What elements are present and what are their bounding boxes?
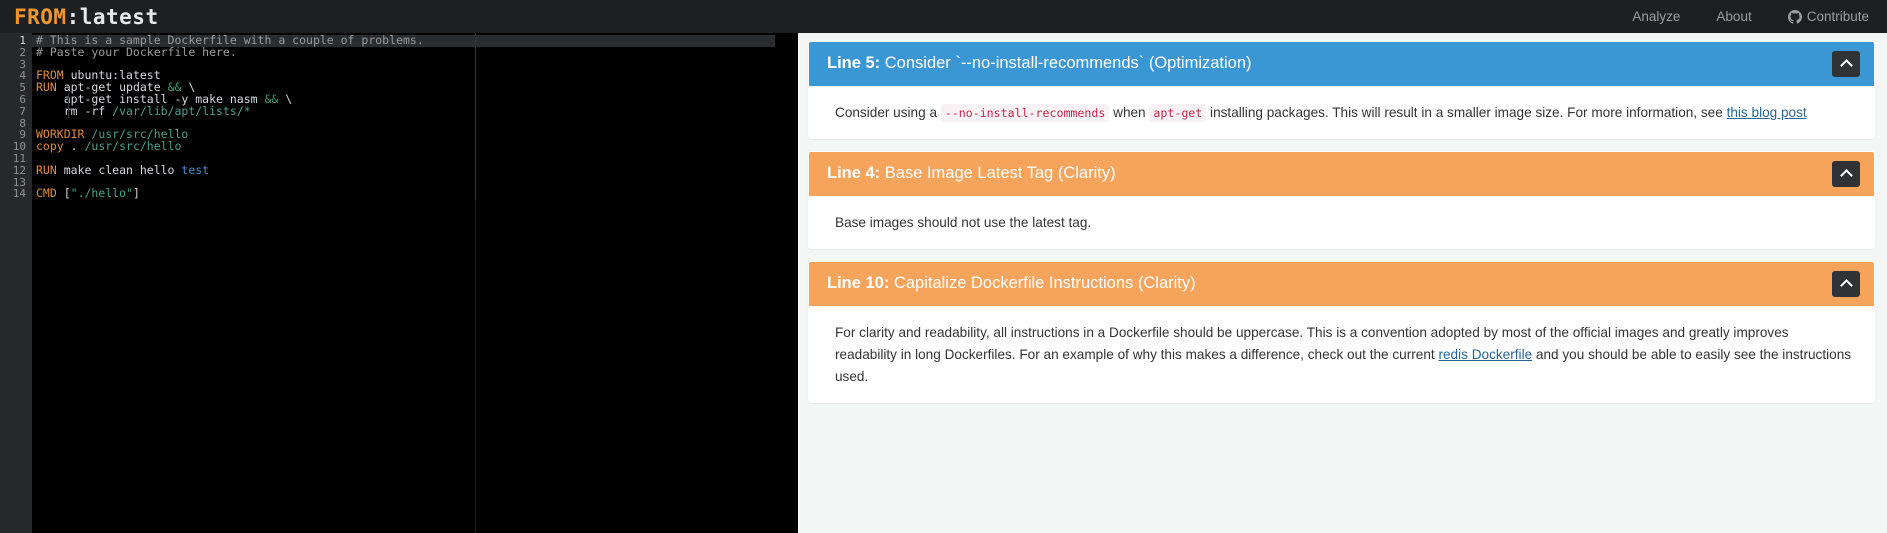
body-link[interactable]: this blog post — [1727, 105, 1807, 120]
code-token: CMD — [36, 186, 57, 201]
nav-link-contribute-label: Contribute — [1806, 9, 1869, 24]
chevron-up-icon — [1839, 279, 1853, 292]
analysis-card-line-label: Line 10: — [827, 274, 894, 293]
code-line[interactable]: rm -rf /var/lib/apt/lists/* — [36, 103, 798, 118]
nav-link-analyze[interactable]: Analyze — [1632, 9, 1680, 24]
code-line[interactable]: RUN make clean hello test — [36, 162, 798, 177]
editor-print-margin-ruler — [475, 33, 476, 201]
code-token: rm -rf — [36, 103, 113, 118]
analysis-card-body: Consider using a --no-install-recommends… — [809, 86, 1874, 138]
analysis-card-title-text: Base Image Latest Tag (Clarity) — [884, 164, 1116, 183]
code-token: \ — [278, 91, 293, 106]
main-split: 1 2 3 4 5 6 7 8 9 10 11 12 13 14 # This is a sample D… — [0, 33, 1887, 533]
analysis-card-line-label: Line 4: — [827, 164, 885, 183]
collapse-toggle-button[interactable] — [1832, 271, 1860, 298]
code-token: ] — [132, 186, 140, 201]
analysis-card-title-text: Capitalize Dockerfile Instructions (Clar… — [893, 274, 1196, 293]
body-text: Base images should not use the latest ta… — [835, 215, 1092, 231]
editor-inner[interactable]: 1 2 3 4 5 6 7 8 9 10 11 12 13 14 # This is a sample D… — [0, 33, 798, 533]
analysis-results-panel: Line 5: Consider `--no-install-recommend… — [798, 33, 1887, 533]
nav-links: Analyze About Contribute — [1632, 9, 1869, 24]
analysis-card-title-text: Consider `--no-install-recommends` (Opti… — [884, 54, 1252, 73]
code-token: . — [63, 139, 85, 154]
analysis-card-header[interactable]: Line 10: Capitalize Dockerfile Instructi… — [809, 262, 1874, 307]
code-token: "./hello" — [70, 186, 133, 201]
analysis-card-body: Base images should not use the latest ta… — [809, 196, 1874, 248]
brand-logo[interactable]: FROM:latest — [14, 5, 159, 29]
code-token: test — [181, 162, 210, 177]
indent-guide — [68, 94, 69, 118]
code-line[interactable]: copy . /usr/src/hello — [36, 139, 798, 154]
body-text: installing packages. This will result in… — [1206, 105, 1727, 120]
code-token: /usr/src/hello — [84, 139, 182, 154]
brand-latest: latest — [79, 4, 159, 29]
collapse-toggle-button[interactable] — [1832, 161, 1860, 188]
nav-link-about[interactable]: About — [1716, 9, 1751, 24]
code-line[interactable] — [36, 177, 798, 189]
analysis-card-title: Line 5: Consider `--no-install-recommend… — [827, 53, 1252, 74]
analysis-card-header[interactable]: Line 5: Consider `--no-install-recommend… — [809, 42, 1874, 86]
chevron-up-icon — [1839, 59, 1853, 72]
github-icon — [1787, 9, 1802, 24]
inline-code: --no-install-recommends — [940, 104, 1110, 122]
collapse-toggle-button[interactable] — [1832, 51, 1860, 77]
nav-link-analyze-label: Analyze — [1632, 9, 1681, 24]
chevron-up-icon — [1839, 169, 1853, 182]
analysis-card-title: Line 4: Base Image Latest Tag (Clarity) — [827, 163, 1116, 184]
body-text: when — [1109, 105, 1150, 120]
dockerfile-editor[interactable]: 1 2 3 4 5 6 7 8 9 10 11 12 13 14 # This is a sample D… — [0, 33, 798, 533]
analysis-card-body: For clarity and readability, all instruc… — [809, 306, 1874, 402]
body-link[interactable]: redis Dockerfile — [1438, 347, 1532, 362]
nav-link-contribute[interactable]: Contribute — [1787, 9, 1869, 24]
brand-colon: : — [66, 4, 80, 29]
analysis-card-header[interactable]: Line 4: Base Image Latest Tag (Clarity) — [809, 152, 1874, 197]
navbar: FROM:latest Analyze About Contribute — [0, 0, 1887, 33]
editor-code-area[interactable]: # This is a sample Dockerfile with a cou… — [0, 33, 798, 200]
code-token: && — [264, 91, 279, 106]
analysis-card-title: Line 10: Capitalize Dockerfile Instructi… — [827, 273, 1196, 294]
analysis-card: Line 4: Base Image Latest Tag (Clarity) B… — [808, 151, 1875, 250]
code-token: /var/lib/apt/lists/* — [112, 103, 251, 118]
analysis-card: Line 10: Capitalize Dockerfile Instructi… — [808, 261, 1875, 404]
brand-from: FROM — [14, 4, 67, 29]
body-text: Consider using a — [835, 105, 941, 120]
code-token: # Paste your Dockerfile here. — [36, 44, 237, 59]
analysis-card-line-label: Line 5: — [827, 54, 885, 73]
code-token: make clean hello — [56, 162, 182, 177]
analysis-card: Line 5: Consider `--no-install-recommend… — [808, 41, 1875, 140]
nav-link-about-label: About — [1716, 9, 1752, 24]
inline-code: apt-get — [1149, 104, 1207, 122]
code-line[interactable]: CMD ["./hello"] — [36, 186, 798, 201]
code-line[interactable]: # Paste your Dockerfile here. — [36, 44, 798, 59]
code-token: [ — [56, 186, 71, 201]
